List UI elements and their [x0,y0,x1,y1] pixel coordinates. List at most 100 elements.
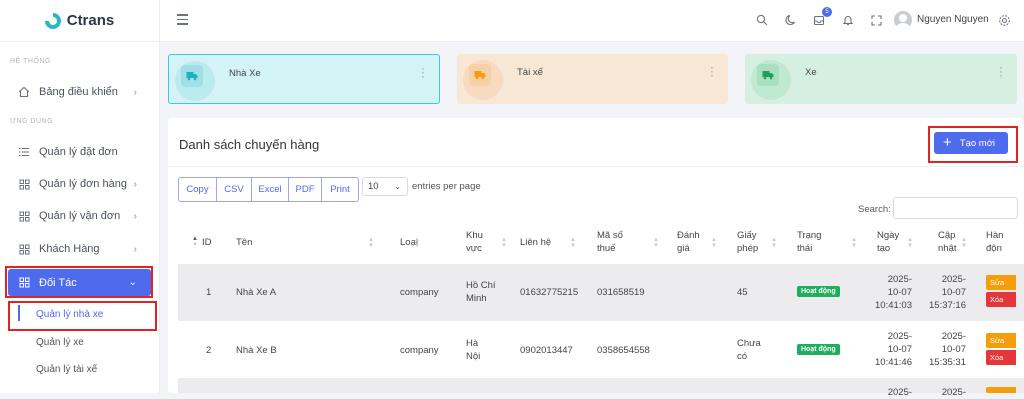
chevron-down-icon: ⌄ [394,182,401,191]
grid-icon [18,210,30,222]
card-vehicles[interactable]: Xe · · · [745,54,1017,104]
col-header-updated[interactable]: Cập nhật [938,229,957,255]
card-title: Nhà Xe [229,68,261,79]
cell-tax-code: 0358654558 [597,345,650,356]
table-row[interactable]: 1 Nhà Xe A company Hồ Chí Minh 0163277521… [178,264,1024,321]
cell-area: Hà Nội [466,338,481,362]
status-badge: Hoạt động [797,286,840,297]
edit-button[interactable]: Sửa [986,275,1016,290]
sort-icon[interactable]: ▲ ▼ [961,237,967,249]
cell-license: Chưa có [737,338,761,362]
col-header-status[interactable]: Trạng thái [797,229,821,255]
cell-id: 1 [206,287,212,298]
chevron-right-icon: › [133,178,137,190]
delete-button[interactable]: Xóa [986,292,1016,307]
grid-icon [18,243,30,255]
sidebar-subitem-drivers[interactable]: Quản lý tài xế [36,364,97,375]
edit-button[interactable]: Sửa [986,333,1016,348]
cell-area: Hồ Chí Minh [466,280,496,304]
search-label: Search: [858,204,891,215]
cell-updated: 2025- 10-07 15:35:31 [929,331,966,368]
sidebar-item-label: Quản lý đặt đơn [39,146,118,158]
cell-created: 2025- 10-07 10:41:46 [875,331,912,368]
sort-icon[interactable]: ▲ ▼ [711,237,717,249]
sidebar-item-label: Quản lý đơn hàng [39,178,127,190]
sidebar-item-booking[interactable]: Quản lý đặt đơn [8,139,151,165]
sort-icon[interactable]: ▲ ▼ [414,237,420,249]
status-badge: Hoạt động [797,344,840,355]
sort-icon[interactable]: ▲ ▼ [501,237,507,249]
col-header-contact[interactable]: Liên hệ [520,236,551,249]
sidebar: Ctrans HỆ THỐNG Bảng điều khiển › ỨNG DỤ… [0,0,160,393]
sort-icon[interactable]: ▲ ▼ [907,237,913,249]
card-bus-companies[interactable]: Nhà Xe · · · [168,54,440,104]
chevron-right-icon: › [133,243,137,255]
table-row[interactable]: 2025- 2025- [178,378,1024,398]
grid-icon [18,178,30,190]
edit-button[interactable] [986,387,1016,393]
table-row[interactable]: 2 Nhà Xe B company Hà Nội 0902013447 0358… [178,321,1024,378]
sort-icon[interactable]: ▲ ▼ [771,237,777,249]
more-vertical-icon[interactable]: · · · [421,64,425,83]
chevron-right-icon: › [133,86,137,98]
sidebar-item-waybills[interactable]: Quản lý vận đơn › [8,203,151,229]
cell-tax-code: 031658519 [597,287,645,298]
app-logo[interactable]: Ctrans [0,0,159,42]
sidebar-item-orders[interactable]: Quản lý đơn hàng › [8,171,151,197]
avatar[interactable] [894,11,912,29]
entries-per-page-label: entries per page [412,181,481,192]
delete-button[interactable]: Xóa [986,350,1016,365]
sort-icon[interactable]: ▲ ▼ [368,237,374,249]
ctrans-logo-icon [44,12,61,29]
print-button[interactable]: Print [321,177,359,202]
csv-button[interactable]: CSV [216,177,252,202]
truck-icon [181,65,203,87]
more-vertical-icon[interactable]: · · · [710,63,714,82]
more-vertical-icon[interactable]: · · · [999,63,1003,82]
page-title: Danh sách chuyến hàng [179,137,320,152]
sort-asc-icon[interactable]: ▲ ▼ [192,236,198,248]
sidebar-subitem-vehicles[interactable]: Quản lý xe [36,337,84,348]
col-header-license[interactable]: Giấy phép [737,229,758,255]
card-title: Tài xế [517,67,543,78]
pdf-button[interactable]: PDF [288,177,322,202]
sidebar-item-customers[interactable]: Khách Hàng › [8,236,151,262]
dark-mode-icon[interactable] [784,13,798,27]
gear-icon[interactable] [997,13,1011,27]
section-label-apps: ỨNG DỤNG [10,118,54,125]
sort-icon[interactable]: ▲ ▼ [570,237,576,249]
cell-contact: 0902013447 [520,345,573,356]
topbar: 5 Nguyen Nguyen [160,0,1024,42]
page-size-select[interactable]: 10 ⌄ [362,177,408,196]
cell-name: Nhà Xe A [236,287,277,298]
card-drivers[interactable]: Tài xế · · · [457,54,728,104]
truck-icon [469,64,491,86]
sort-icon[interactable]: ▲ ▼ [851,237,857,249]
col-header-name[interactable]: Tên [236,236,252,249]
sidebar-item-dashboard[interactable]: Bảng điều khiển › [8,79,151,105]
notification-badge: 5 [822,7,832,17]
export-buttons: Copy CSV Excel PDF Print [178,177,359,202]
home-icon [18,86,30,98]
col-header-tax-code[interactable]: Mã số thuế [597,229,623,255]
col-header-area[interactable]: Khu vực [466,229,483,255]
col-header-id[interactable]: ID [202,236,212,249]
list-icon [18,146,30,158]
user-name[interactable]: Nguyen Nguyen [917,14,989,25]
cell-contact: 01632775215 [520,287,579,298]
sort-icon[interactable]: ▲ ▼ [653,237,659,249]
cell-license: 45 [737,287,748,298]
menu-toggle-icon[interactable] [177,14,188,28]
col-header-actions[interactable]: Hàn độn [986,229,1003,255]
bell-icon[interactable] [841,13,855,27]
inbox-icon[interactable]: 5 [812,7,832,27]
fullscreen-icon[interactable] [869,13,883,27]
col-header-created[interactable]: Ngày tạo [877,229,899,255]
copy-button[interactable]: Copy [178,177,217,202]
section-label-system: HỆ THỐNG [10,58,51,65]
col-header-rating[interactable]: Đánh giá [677,229,700,255]
search-icon[interactable] [755,13,769,27]
cell-id: 2 [206,345,212,356]
excel-button[interactable]: Excel [251,177,289,202]
search-input[interactable] [893,197,1018,219]
